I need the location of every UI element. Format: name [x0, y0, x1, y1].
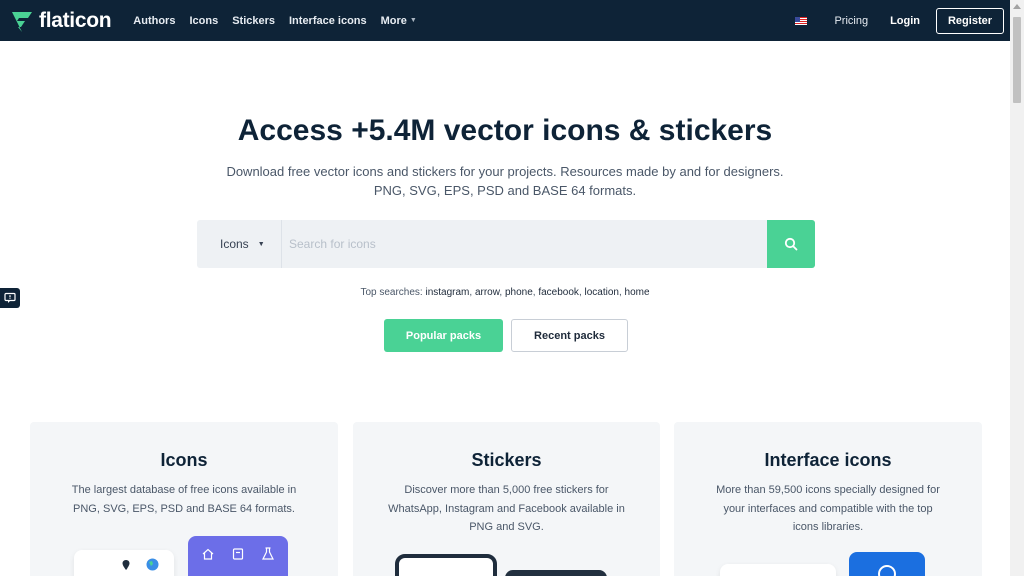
top-search-home[interactable]: home [625, 287, 650, 298]
nav-authors[interactable]: Authors [133, 15, 175, 27]
card-description-line: WhatsApp, Instagram and Facebook availab… [388, 502, 625, 515]
card-description: More than 59,500 icons specially designe… [694, 481, 962, 537]
card-description-line: PNG and SVG. [469, 521, 544, 533]
hero-subtitle-line-2: PNG, SVG, EPS, PSD and BASE 64 formats. [373, 183, 637, 198]
card-description-line: PNG, SVG, EPS, PSD and BASE 64 formats. [73, 502, 295, 515]
card-description-line: icons libraries. [792, 521, 864, 533]
nav-more-dropdown[interactable]: More ▼ [381, 15, 417, 27]
stickers-card[interactable]: Stickers Discover more than 5,000 free s… [353, 422, 660, 576]
sticker-phone-preview-image [395, 554, 497, 576]
search-type-dropdown[interactable]: Icons ▼ [197, 220, 282, 268]
top-searches-label: Top searches: [360, 287, 423, 298]
flask-icon [262, 547, 274, 560]
register-button[interactable]: Register [936, 7, 1004, 34]
sticker-phone-preview-image [505, 570, 607, 576]
card-description: Discover more than 5,000 free stickers f… [373, 481, 640, 537]
interface-preview-image [849, 552, 925, 576]
nav-more-label: More [380, 14, 407, 27]
pricing-link[interactable]: Pricing [834, 15, 868, 27]
search-button[interactable] [767, 220, 815, 268]
feedback-button[interactable] [0, 288, 20, 308]
top-search-instagram[interactable]: instagram [425, 287, 469, 298]
card-description-line: Discover more than 5,000 free stickers f… [404, 484, 609, 496]
header-actions: Pricing Login Register [795, 0, 1004, 41]
card-description-line: The largest database of free icons avail… [71, 484, 297, 496]
search-type-label: Icons [220, 237, 249, 251]
icons-card[interactable]: Icons The largest database of free icons… [30, 422, 338, 576]
icons-preview-image [74, 550, 174, 576]
chevron-down-icon: ▼ [257, 240, 265, 248]
card-description-line: More than 59,500 icons specially designe… [716, 484, 940, 496]
logo-text: flaticon [39, 8, 112, 32]
icons-preview-image [188, 536, 288, 576]
flaticon-logo[interactable]: flaticon [10, 0, 112, 41]
top-search-phone[interactable]: phone [505, 287, 533, 298]
recent-packs-button[interactable]: Recent packs [511, 319, 628, 352]
interface-icons-card[interactable]: Interface icons More than 59,500 icons s… [674, 422, 982, 576]
chevron-down-icon: ▼ [409, 17, 417, 24]
top-search-facebook[interactable]: facebook [538, 287, 579, 298]
card-description-line: your interfaces and compatible with the … [723, 502, 933, 515]
home-icon [202, 548, 214, 560]
bag-icon [232, 548, 244, 560]
scrollbar-thumb[interactable] [1013, 17, 1021, 103]
flaticon-logo-icon [12, 11, 32, 32]
search-bar: Icons ▼ [197, 220, 815, 268]
nav-stickers[interactable]: Stickers [232, 15, 275, 27]
login-link[interactable]: Login [890, 15, 920, 27]
nav-interface-icons[interactable]: Interface icons [289, 15, 367, 27]
us-flag-icon[interactable] [795, 16, 808, 25]
search-input[interactable] [282, 220, 767, 268]
search-icon [784, 237, 798, 251]
main-nav: Authors Icons Stickers Interface icons M… [133, 15, 431, 27]
hero-subtitle-line-1: Download free vector icons and stickers … [226, 164, 784, 179]
card-description: The largest database of free icons avail… [50, 481, 318, 518]
card-title: Stickers [471, 450, 542, 470]
nav-icons[interactable]: Icons [189, 15, 218, 27]
hero-subtitle: Download free vector icons and stickers … [0, 162, 1010, 200]
circle-icon [878, 565, 896, 576]
map-pin-icon [122, 560, 130, 570]
interface-preview-image [720, 564, 836, 576]
page-scrollbar[interactable] [1010, 0, 1024, 576]
top-navigation-bar: flaticon Authors Icons Stickers Interfac… [0, 0, 1010, 41]
top-searches: Top searches: instagram, arrow, phone, f… [360, 287, 650, 298]
hero-title: Access +5.4M vector icons & stickers [237, 114, 773, 147]
card-title: Icons [160, 450, 208, 470]
scroll-up-arrow-icon[interactable] [1013, 4, 1021, 9]
popular-packs-button[interactable]: Popular packs [384, 319, 503, 352]
top-search-location[interactable]: location [585, 287, 619, 298]
card-title: Interface icons [764, 450, 892, 470]
feedback-icon [4, 292, 16, 303]
globe-icon [146, 558, 159, 571]
top-search-arrow[interactable]: arrow [475, 287, 499, 298]
